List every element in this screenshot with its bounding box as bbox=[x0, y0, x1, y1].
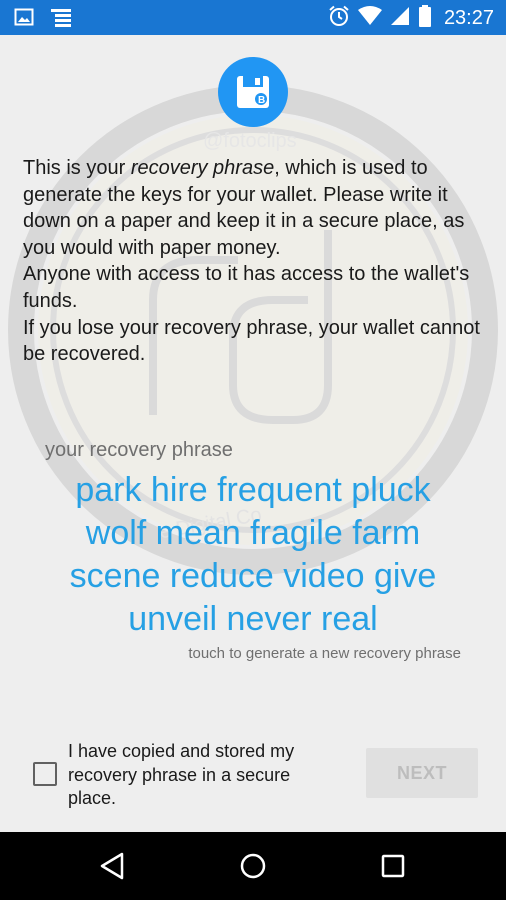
phrase-line: unveil never real bbox=[128, 600, 378, 638]
recovery-phrase-screen: @fotoclips e Digital Co B This is your r… bbox=[0, 35, 506, 832]
intro-loss-warning: If you lose your recovery phrase, your w… bbox=[23, 316, 480, 366]
back-button[interactable] bbox=[94, 850, 130, 882]
intro-emphasis: recovery phrase bbox=[130, 157, 275, 179]
phrase-line: wolf mean fragile farm bbox=[85, 514, 421, 552]
phrase-label: your recovery phrase bbox=[45, 439, 233, 461]
confirm-label[interactable]: I have copied and stored my recovery phr… bbox=[68, 740, 338, 811]
svg-text:B: B bbox=[258, 95, 265, 106]
recovery-explanation: This is your recovery phrase, which is u… bbox=[23, 155, 493, 368]
recents-icon bbox=[381, 854, 405, 878]
back-icon bbox=[100, 852, 124, 880]
wifi-icon bbox=[357, 6, 382, 31]
recents-button[interactable] bbox=[375, 850, 411, 882]
list-notification-icon bbox=[50, 7, 72, 34]
phrase-line: scene reduce video give bbox=[69, 557, 437, 595]
navigation-bar bbox=[0, 832, 506, 900]
intro-text-before: This is your bbox=[23, 157, 131, 179]
home-button[interactable] bbox=[235, 850, 271, 882]
recovery-phrase[interactable]: park hire frequent pluck wolf mean fragi… bbox=[0, 469, 506, 641]
regenerate-hint: touch to generate a new recovery phrase bbox=[188, 645, 461, 662]
status-time: 23:27 bbox=[443, 7, 494, 29]
signal-icon bbox=[390, 6, 410, 31]
image-notification-icon bbox=[14, 7, 34, 34]
wallet-save-icon: B bbox=[237, 76, 269, 108]
home-icon bbox=[240, 853, 266, 879]
next-button[interactable]: NEXT bbox=[366, 748, 478, 798]
watermark-text-top: @fotoclips bbox=[203, 130, 297, 152]
phrase-line: park hire frequent pluck bbox=[75, 471, 431, 509]
confirm-checkbox[interactable] bbox=[33, 762, 57, 786]
alarm-icon bbox=[328, 5, 350, 32]
battery-icon bbox=[418, 5, 432, 32]
intro-access-warning: Anyone with access to it has access to t… bbox=[23, 263, 470, 312]
status-bar: 23:27 bbox=[0, 0, 506, 35]
wallet-logo: B bbox=[218, 57, 288, 127]
